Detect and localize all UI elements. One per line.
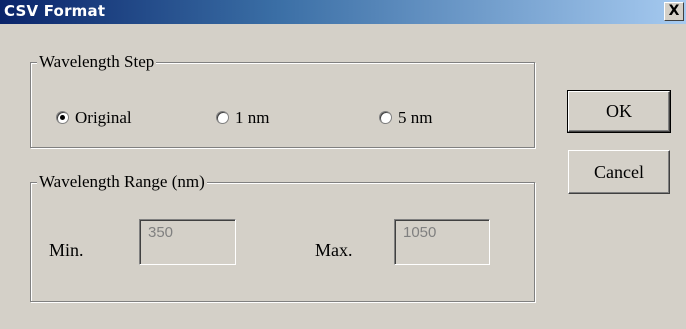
close-icon: X (668, 3, 680, 19)
min-label: Min. (49, 240, 84, 260)
radio-original-label: Original (75, 108, 132, 127)
radio-button-icon (216, 111, 229, 124)
radio-original[interactable]: Original (56, 108, 176, 130)
window-title: CSV Format (4, 2, 106, 20)
radio-button-icon (56, 111, 69, 124)
radio-button-icon (379, 111, 392, 124)
max-label: Max. (315, 240, 353, 260)
max-field[interactable]: 1050 (394, 219, 490, 265)
close-button[interactable]: X (664, 2, 684, 21)
radio-selected-dot (60, 115, 65, 120)
cancel-button[interactable]: Cancel (568, 150, 670, 194)
radio-5nm[interactable]: 5 nm (379, 108, 469, 130)
wavelength-step-label: Wavelength Step (37, 52, 157, 72)
title-bar[interactable]: CSV Format X (0, 0, 686, 24)
radio-5nm-label: 5 nm (398, 108, 433, 127)
radio-1nm[interactable]: 1 nm (216, 108, 306, 130)
wavelength-range-group: Wavelength Range (nm) Min. 350 Max. 1050 (30, 172, 535, 302)
ok-button[interactable]: OK (567, 90, 671, 133)
wavelength-range-label: Wavelength Range (nm) (37, 172, 207, 192)
min-field[interactable]: 350 (139, 219, 236, 265)
radio-1nm-label: 1 nm (235, 108, 270, 127)
wavelength-step-group: Wavelength Step Original 1 nm 5 nm (30, 52, 535, 148)
